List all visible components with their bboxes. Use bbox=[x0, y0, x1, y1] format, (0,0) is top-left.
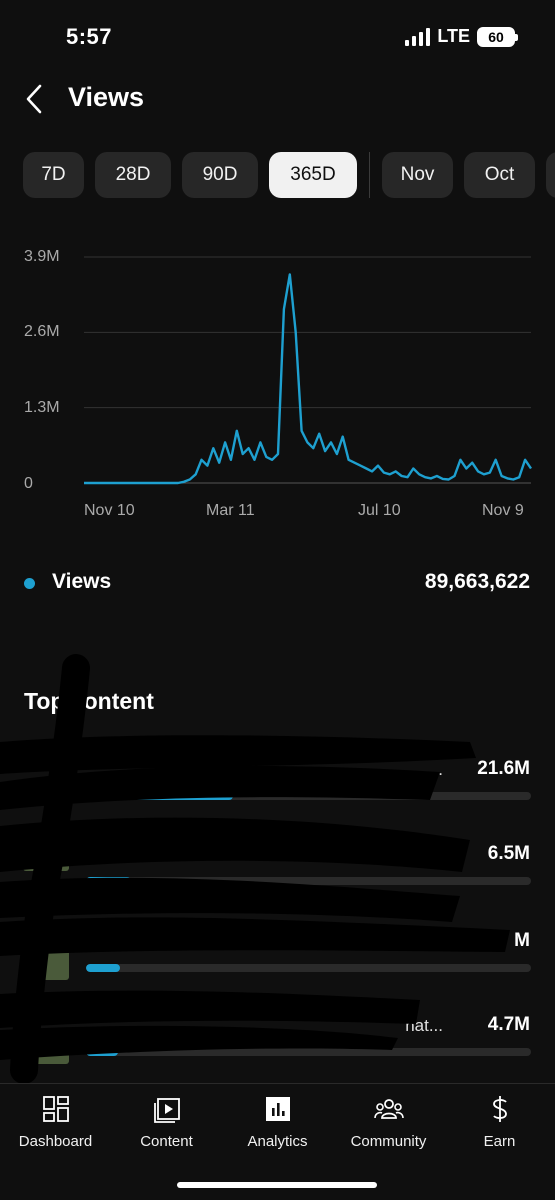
nav-content[interactable]: Content bbox=[111, 1094, 222, 1154]
metric-total: 89,663,622 bbox=[424, 570, 530, 593]
range-chip-365d[interactable]: 365D bbox=[269, 152, 357, 198]
signal-icon bbox=[405, 27, 431, 46]
top-content-item[interactable]: ... 21.6M bbox=[0, 758, 555, 820]
dashboard-icon bbox=[42, 1096, 69, 1122]
item-bar-fill bbox=[86, 877, 131, 885]
page-title: Views bbox=[68, 82, 145, 112]
status-time: 5:57 bbox=[66, 24, 113, 49]
y-tick-label: 3.9M bbox=[24, 248, 60, 265]
battery-icon: 60 bbox=[477, 26, 518, 47]
range-chip-oct[interactable]: Oct bbox=[464, 152, 535, 198]
item-views: 21.6M bbox=[477, 758, 530, 779]
back-button[interactable] bbox=[18, 80, 52, 118]
status-bar: 5:57 LTE 60 bbox=[0, 0, 555, 70]
range-chip-90d[interactable]: 90D bbox=[182, 152, 258, 198]
item-bar bbox=[86, 877, 531, 885]
metric-label: Views bbox=[52, 570, 112, 593]
range-chip-more[interactable] bbox=[546, 152, 555, 198]
item-thumbnail bbox=[23, 1034, 69, 1064]
analytics-icon bbox=[265, 1097, 290, 1121]
x-tick-label: Nov 9 bbox=[482, 502, 524, 519]
metric-legend: Views 89,663,622 bbox=[0, 570, 555, 600]
community-icon bbox=[373, 1099, 404, 1119]
x-tick-label: Mar 11 bbox=[206, 502, 255, 519]
item-title: . bbox=[438, 845, 443, 864]
bottom-nav: Dashboard Content Analytics Community Ea… bbox=[0, 1083, 555, 1200]
item-bar bbox=[86, 964, 531, 972]
top-content-item[interactable]: M bbox=[0, 930, 555, 992]
views-chart: 3.9M 2.6M 1.3M 0 Nov 10 Mar 11 Jul 10 No… bbox=[0, 240, 555, 530]
nav-label: Analytics bbox=[247, 1133, 308, 1150]
header: Views bbox=[0, 76, 555, 122]
item-thumbnail bbox=[23, 841, 69, 871]
nav-label: Dashboard bbox=[18, 1133, 93, 1150]
range-chip-7d[interactable]: 7D bbox=[23, 152, 84, 198]
legend-dot bbox=[24, 578, 35, 589]
nav-earn[interactable]: Earn bbox=[444, 1094, 555, 1154]
range-chip-28d[interactable]: 28D bbox=[95, 152, 171, 198]
item-bar-fill bbox=[86, 792, 233, 800]
top-content-title: Top content bbox=[24, 688, 154, 714]
item-bar-fill bbox=[86, 964, 120, 972]
item-thumbnail bbox=[23, 950, 69, 980]
x-tick-label: Nov 10 bbox=[84, 502, 135, 519]
item-title: hat... bbox=[405, 1016, 443, 1035]
item-bar bbox=[86, 792, 531, 800]
nav-analytics[interactable]: Analytics bbox=[222, 1094, 333, 1154]
nav-label: Content bbox=[140, 1133, 193, 1150]
item-views: 6.5M bbox=[487, 843, 530, 864]
y-tick-label: 2.6M bbox=[24, 323, 60, 340]
status-indicators: LTE 60 bbox=[405, 26, 518, 47]
top-content-item[interactable]: hat... 4.7M bbox=[0, 1014, 555, 1076]
nav-label: Community bbox=[350, 1133, 427, 1150]
earn-icon bbox=[492, 1096, 507, 1122]
range-selector: 7D 28D 90D 365D Nov Oct bbox=[23, 152, 555, 198]
item-views: M bbox=[514, 930, 530, 951]
y-tick-label: 0 bbox=[24, 475, 33, 492]
battery-level: 60 bbox=[488, 28, 504, 45]
range-chip-nov[interactable]: Nov bbox=[382, 152, 453, 198]
nav-community[interactable]: Community bbox=[333, 1094, 444, 1154]
chip-divider bbox=[369, 152, 370, 198]
item-bar bbox=[86, 1048, 531, 1056]
nav-dashboard[interactable]: Dashboard bbox=[0, 1094, 111, 1154]
x-tick-label: Jul 10 bbox=[358, 502, 401, 519]
nav-label: Earn bbox=[483, 1133, 516, 1150]
item-bar-fill bbox=[86, 1048, 119, 1056]
network-label: LTE bbox=[437, 26, 470, 46]
home-indicator bbox=[177, 1182, 377, 1188]
item-views: 4.7M bbox=[487, 1014, 530, 1035]
y-tick-label: 1.3M bbox=[24, 399, 60, 416]
chart-plot bbox=[84, 256, 532, 485]
content-icon bbox=[153, 1098, 180, 1123]
views-series-line bbox=[84, 273, 532, 485]
item-title: ... bbox=[428, 760, 443, 779]
chevron-left-icon bbox=[26, 84, 42, 114]
top-content-item[interactable]: . 6.5M bbox=[0, 841, 555, 905]
